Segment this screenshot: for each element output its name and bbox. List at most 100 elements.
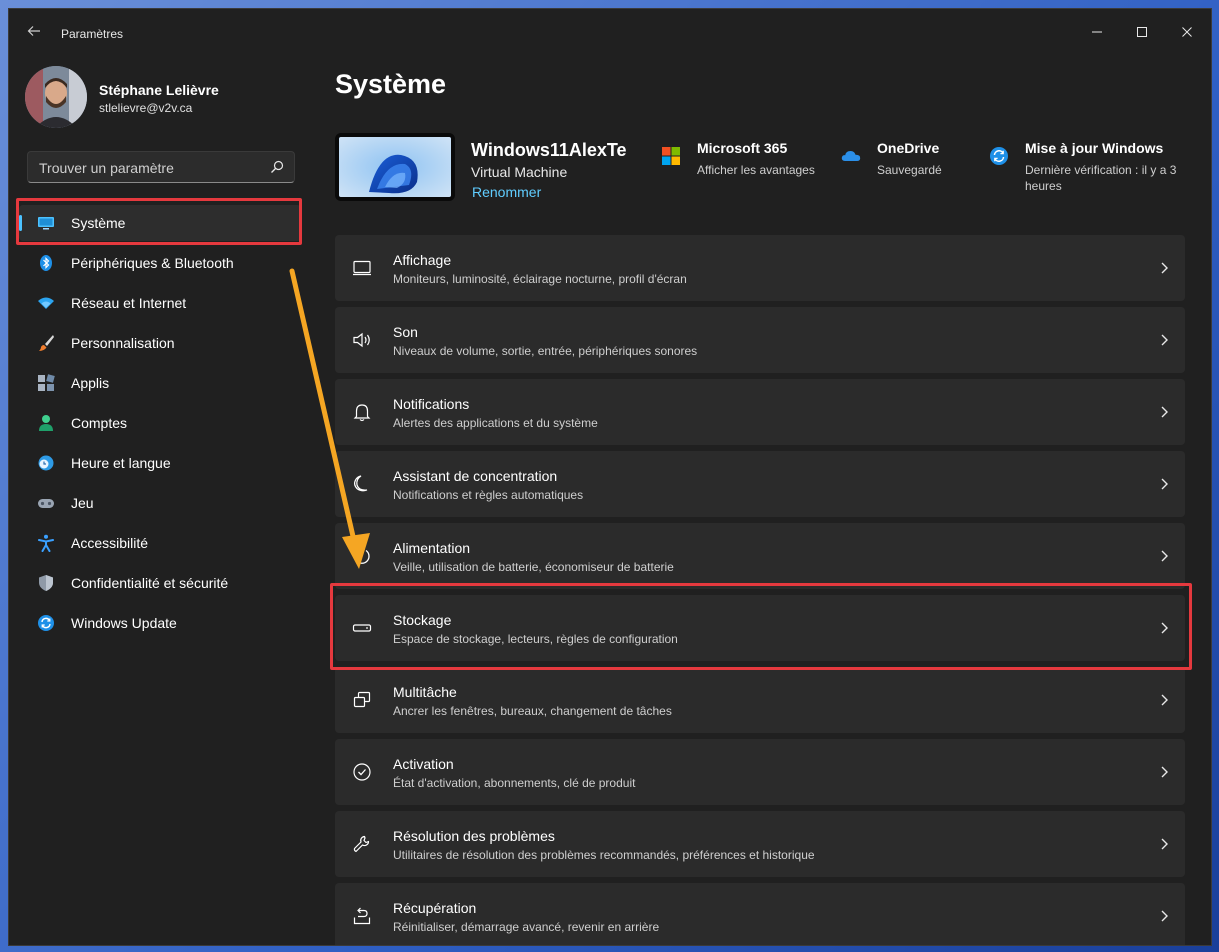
chevron-right-icon [1161,766,1168,778]
sidebar-item-jeu[interactable]: Jeu [19,485,301,521]
check-circle-icon [353,763,371,781]
settings-window: Paramètres Stéphane Lelièvre stlelievre@… [8,8,1212,946]
chevron-right-icon [1161,478,1168,490]
sidebar-item-label: Windows Update [71,615,177,631]
setting-title: Affichage [393,252,452,268]
accessibility-icon [38,534,54,552]
info-subtitle: Dernière vérification : il y a 3 heures [1025,163,1177,193]
maximize-button[interactable] [1119,15,1165,49]
minimize-button[interactable] [1074,15,1120,49]
chevron-right-icon [1161,262,1168,274]
search-placeholder: Trouver un paramètre [39,160,174,176]
setting-subtitle: Espace de stockage, lecteurs, règles de … [393,632,678,646]
info-subtitle: Sauvegardé [877,163,942,177]
user-email: stlelievre@v2v.ca [99,101,193,115]
sidebar-item-peripheriques[interactable]: Périphériques & Bluetooth [19,245,301,281]
setting-alimentation[interactable]: Alimentation Veille, utilisation de batt… [335,523,1185,589]
sidebar-item-applis[interactable]: Applis [19,365,301,401]
wallpaper-image [339,137,451,197]
bluetooth-icon [40,255,52,271]
chevron-right-icon [1161,838,1168,850]
minimize-icon [1092,31,1102,33]
sidebar-item-label: Confidentialité et sécurité [71,575,229,591]
setting-title: Alimentation [393,540,471,556]
sidebar-item-label: Accessibilité [71,535,149,551]
sidebar-item-accessibilite[interactable]: Accessibilité [19,525,301,561]
setting-activation[interactable]: Activation État d'activation, abonnement… [335,739,1185,805]
brush-icon [39,335,54,351]
setting-affichage[interactable]: Affichage Moniteurs, luminosité, éclaira… [335,235,1185,301]
chevron-right-icon [1161,694,1168,706]
wifi-icon [38,297,54,309]
setting-title: Résolution des problèmes [393,828,555,844]
sidebar-item-systeme[interactable]: Système [19,205,301,241]
chevron-right-icon [1161,550,1168,562]
sidebar-item-label: Comptes [71,415,128,431]
active-indicator [19,215,22,231]
search-input[interactable]: Trouver un paramètre [27,151,295,183]
person-icon [39,415,53,431]
recovery-icon [353,907,371,925]
rename-link[interactable]: Renommer [472,184,541,200]
setting-title: Stockage [393,612,452,628]
sidebar-item-label: Réseau et Internet [71,295,187,311]
info-title: OneDrive [877,140,940,156]
back-button[interactable] [23,23,45,45]
wrench-icon [353,835,370,853]
maximize-icon [1137,27,1147,37]
setting-subtitle: Notifications et règles automatiques [393,488,584,502]
sidebar-nav: Système Périphériques & Bluetooth Réseau… [19,205,301,645]
sidebar-item-confidentialite[interactable]: Confidentialité et sécurité [19,565,301,601]
multitask-icon [353,691,371,708]
setting-subtitle: Ancrer les fenêtres, bureaux, changement… [393,704,672,718]
avatar-photo [25,66,87,128]
settings-list: Affichage Moniteurs, luminosité, éclaira… [335,233,1187,945]
setting-resolution-problemes[interactable]: Résolution des problèmes Utilitaires de … [335,811,1185,877]
setting-subtitle: Alertes des applications et du système [393,416,598,430]
setting-title: Son [393,324,418,340]
setting-multitache[interactable]: Multitâche Ancrer les fenêtres, bureaux,… [335,667,1185,733]
chevron-right-icon [1161,910,1168,922]
microsoft-logo-icon [662,147,680,165]
power-icon [354,548,370,564]
sidebar-item-reseau[interactable]: Réseau et Internet [19,285,301,321]
drive-icon [352,624,372,632]
device-model: Virtual Machine [471,164,568,180]
sidebar-item-personnalisation[interactable]: Personnalisation [19,325,301,361]
search-icon [271,160,284,173]
sidebar-item-heure[interactable]: Heure et langue [19,445,301,481]
user-name: Stéphane Lelièvre [99,82,219,98]
update-icon [990,147,1008,165]
title-bar: Paramètres [9,9,1211,57]
setting-subtitle: Niveaux de volume, sortie, entrée, périp… [393,344,698,358]
page-title: Système [335,69,447,99]
sidebar-item-label: Heure et langue [71,455,171,471]
sidebar-item-comptes[interactable]: Comptes [19,405,301,441]
setting-title: Activation [393,756,454,772]
info-subtitle: Afficher les avantages [697,163,815,177]
close-button[interactable] [1164,15,1210,49]
setting-title: Multitâche [393,684,457,700]
moon-icon [354,475,368,492]
setting-son[interactable]: Son Niveaux de volume, sortie, entrée, p… [335,307,1185,373]
setting-subtitle: État d'activation, abonnements, clé de p… [393,776,636,790]
update-icon [38,615,54,631]
setting-title: Notifications [393,396,470,412]
chevron-right-icon [1161,334,1168,346]
setting-stockage[interactable]: Stockage Espace de stockage, lecteurs, r… [335,595,1185,661]
clock-globe-icon [38,455,54,471]
setting-recuperation[interactable]: Récupération Réinitialiser, démarrage av… [335,883,1185,945]
setting-assistant-concentration[interactable]: Assistant de concentration Notifications… [335,451,1185,517]
app-title: Paramètres [61,27,124,41]
info-title: Microsoft 365 [697,140,788,156]
apps-icon [38,374,55,391]
close-icon [1182,27,1192,37]
sidebar-item-windows-update[interactable]: Windows Update [19,605,301,641]
sidebar-item-label: Personnalisation [71,335,175,351]
shield-icon [39,575,53,591]
sidebar-item-label: Applis [71,375,110,391]
info-title: Mise à jour Windows [1025,140,1164,156]
user-profile[interactable]: Stéphane Lelièvre stlelievre@v2v.ca [25,66,305,130]
gamepad-icon [38,499,54,508]
setting-notifications[interactable]: Notifications Alertes des applications e… [335,379,1185,445]
